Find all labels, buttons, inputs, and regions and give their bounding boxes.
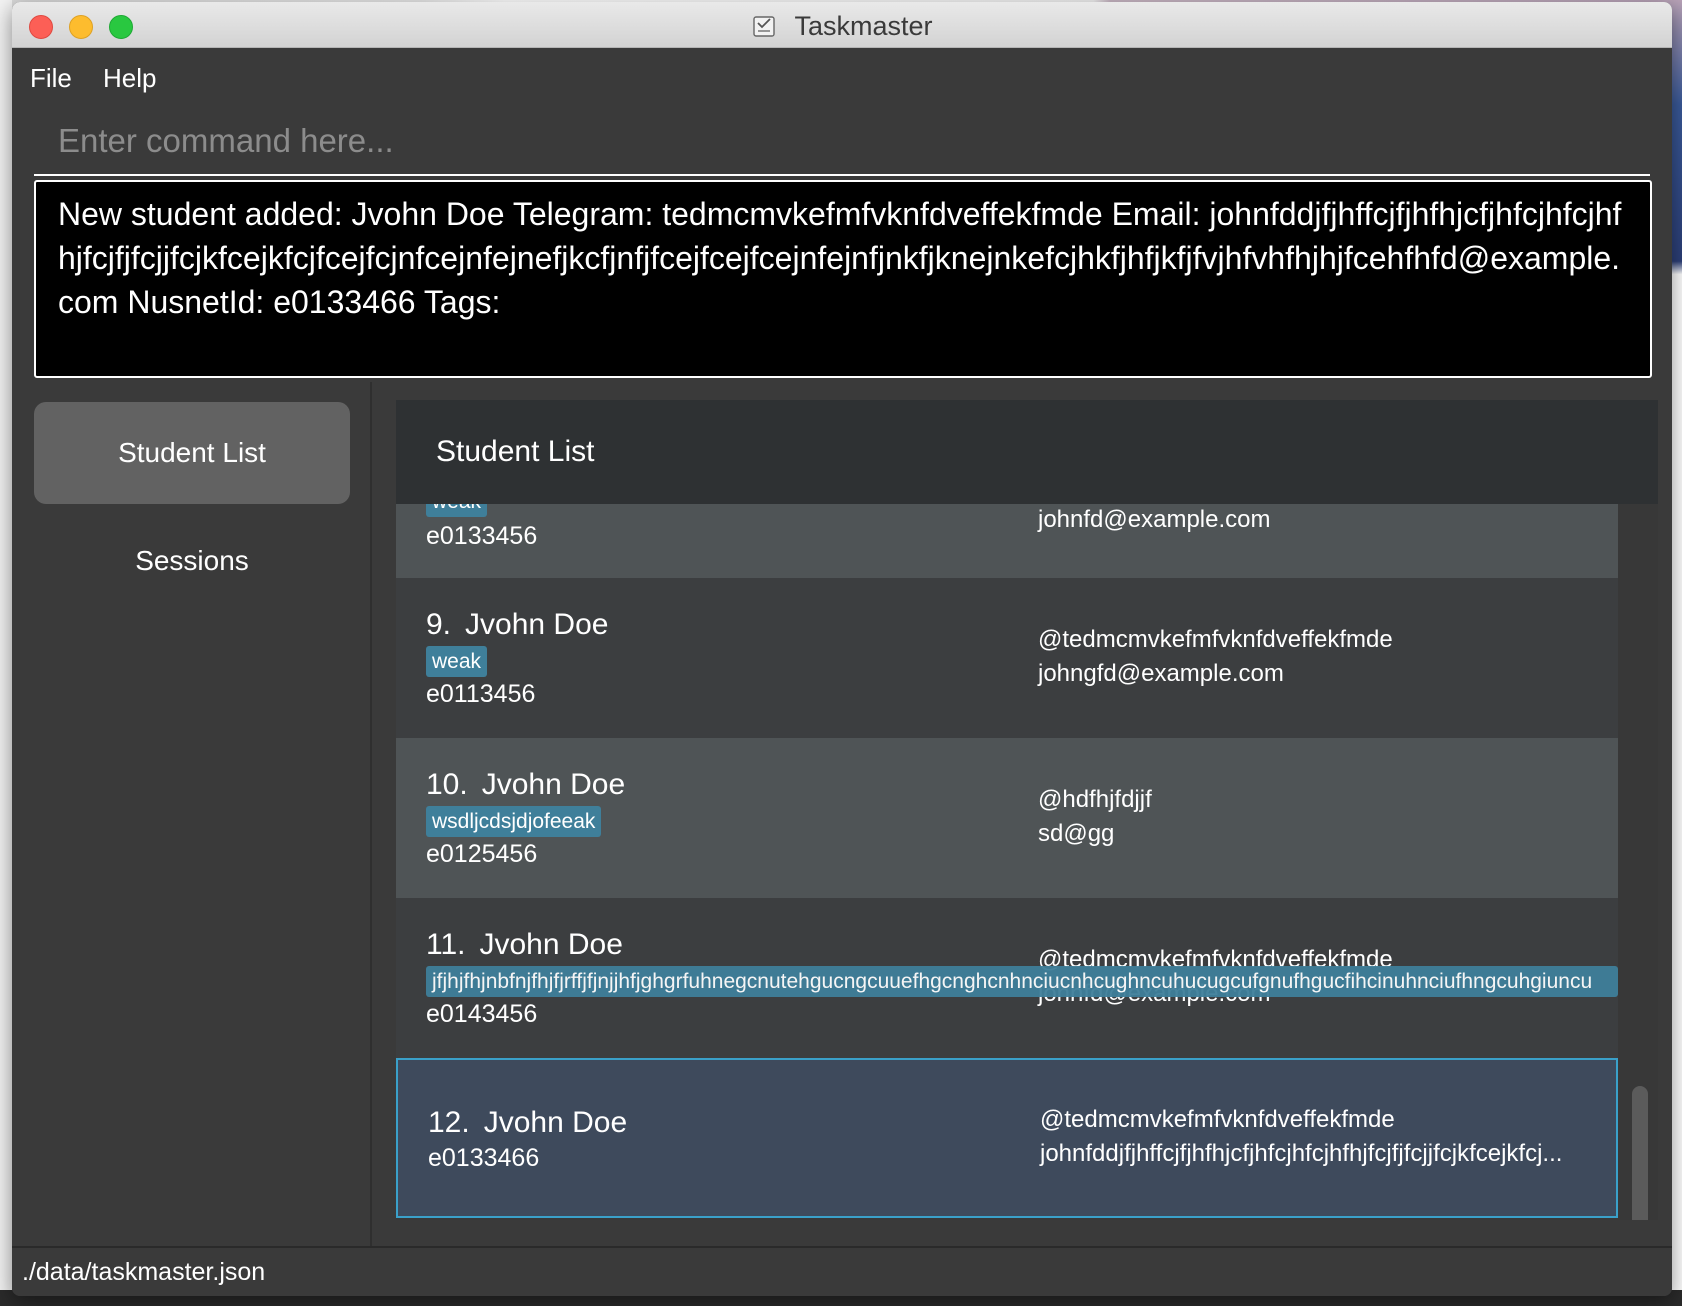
result-display: New student added: Jvohn Doe Telegram: t… xyxy=(34,180,1652,378)
student-email: johngfd@example.com xyxy=(1038,660,1284,687)
student-index: 12. xyxy=(428,1106,470,1139)
student-id: e0125456 xyxy=(426,840,538,868)
desktop-background-left xyxy=(0,0,12,1306)
student-name: Jvohn Doe xyxy=(465,608,609,641)
data-file-path: ./data/taskmaster.json xyxy=(22,1258,266,1286)
student-id: e0133466 xyxy=(428,1144,540,1172)
app-window: Taskmaster File Help New student added: … xyxy=(12,2,1672,1296)
student-email: johnfd@example.com xyxy=(1038,506,1271,533)
student-name: Jvohn Doe xyxy=(483,1106,628,1139)
window-title: Taskmaster xyxy=(794,11,933,41)
student-card[interactable]: 11. Jvohn Doe @tedmcmvkefmfvknfdveffekfmd… xyxy=(396,898,1618,1058)
scrollbar-thumb[interactable] xyxy=(1632,1086,1648,1220)
student-name-line: 11. Jvohn Doe xyxy=(426,928,623,962)
student-name-line: 10. Jvohn Doe xyxy=(426,768,625,802)
sidebar-item-sessions[interactable]: Sessions xyxy=(34,510,350,612)
window-title-group: Taskmaster xyxy=(12,11,1672,42)
menu-bar: File Help xyxy=(12,49,1672,107)
student-card[interactable]: 10. Jvohn Doe wsdljcdsjdjofeeak e0125456 … xyxy=(396,738,1618,898)
student-name: Jvohn Doe xyxy=(481,768,626,801)
student-id: e0113456 xyxy=(426,680,536,708)
sidebar: Student List Sessions xyxy=(12,382,372,1246)
tag-badge: wsdljcdsjdjofeeak xyxy=(426,806,602,837)
tag-badge: weak xyxy=(426,504,488,517)
student-telegram: @tedmcmvkefmfvknfdveffekfmde xyxy=(1038,626,1393,653)
tag-badge: jfjhjfhjnbfnjfhjfjrffjfjnjjhfjghgrfuhneg… xyxy=(426,966,1618,997)
student-id: e0143456 xyxy=(426,1000,538,1028)
student-id: e0133456 xyxy=(426,522,538,550)
app-icon xyxy=(753,16,776,37)
student-telegram: @tedmcmvkefmfvknfdveffekfmde xyxy=(1040,1106,1395,1133)
list-scrollbar[interactable] xyxy=(1630,504,1650,1220)
student-email: sd@gg xyxy=(1038,820,1115,847)
student-card[interactable]: weak e0133456 johnfd@example.com xyxy=(396,504,1618,578)
student-list[interactable]: weak e0133456 johnfd@example.com 9. Jvohn… xyxy=(396,504,1618,1220)
menu-file[interactable]: File xyxy=(30,63,72,94)
status-bar: ./data/taskmaster.json xyxy=(12,1246,1672,1296)
command-input[interactable] xyxy=(34,108,1650,176)
title-bar[interactable]: Taskmaster xyxy=(12,2,1672,48)
student-name-line: 12. Jvohn Doe xyxy=(428,1106,627,1140)
student-email: johnfddjfjhffcjfjhfhjcfjhfcjhfcjhfhjfcjf… xyxy=(1040,1140,1563,1167)
student-list-header: Student List xyxy=(396,400,1658,504)
student-name-line: 9. Jvohn Doe xyxy=(426,608,608,642)
student-card[interactable]: 9. Jvohn Doe weak e0113456 @tedmcmvkefmfv… xyxy=(396,578,1618,738)
student-card-selected[interactable]: 12. Jvohn Doe e0133466 @tedmcmvkefmfvknfd… xyxy=(396,1058,1618,1218)
menu-help[interactable]: Help xyxy=(103,63,156,94)
tag-badge: weak xyxy=(426,646,488,677)
student-telegram: @hdfhjfdjjf xyxy=(1038,786,1152,813)
student-index: 11. xyxy=(426,928,466,961)
student-list-panel: Student List weak e0133456 johnfd@exampl… xyxy=(396,400,1658,1220)
sidebar-item-student-list[interactable]: Student List xyxy=(34,402,350,504)
student-index: 9. xyxy=(426,608,452,641)
student-index: 10. xyxy=(426,768,468,801)
student-name: Jvohn Doe xyxy=(479,928,623,961)
